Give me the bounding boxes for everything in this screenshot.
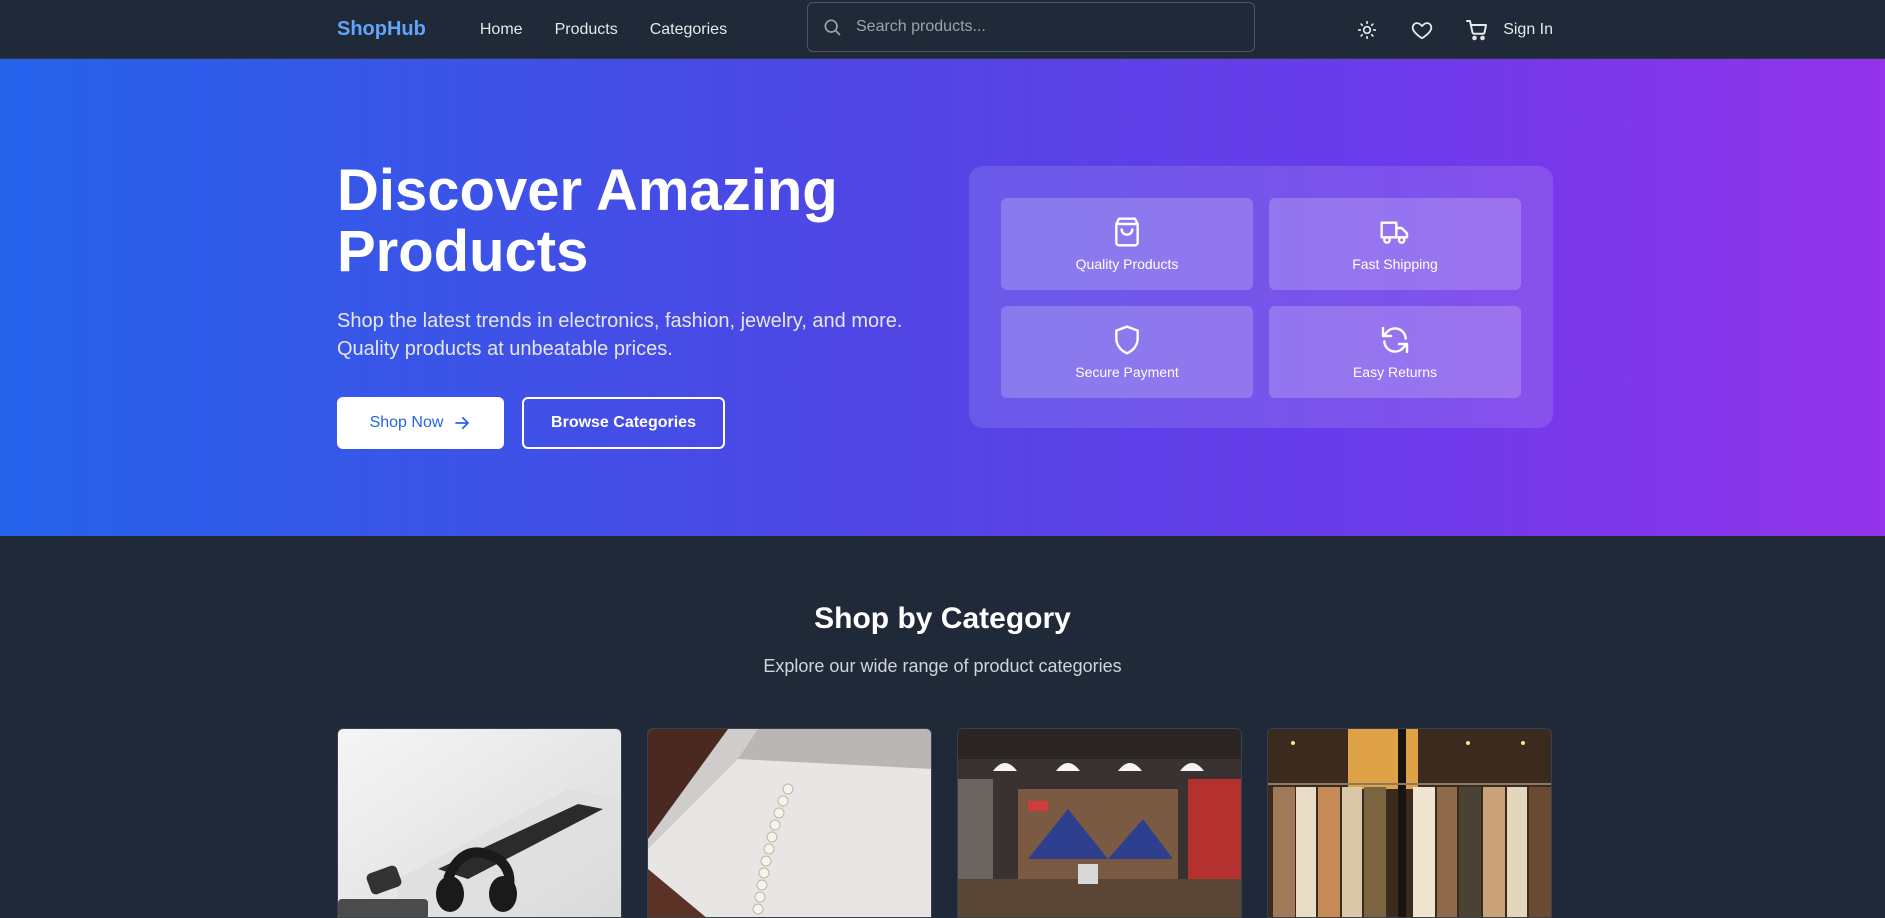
hero-title-line2: Products (337, 219, 589, 284)
categories-subtitle: Explore our wide range of product catego… (763, 656, 1122, 676)
category-grid (337, 728, 1552, 918)
feature-card-payment: Secure Payment (1001, 306, 1253, 398)
hero-subtitle: Shop the latest trends in electronics, f… (337, 307, 907, 363)
womens-clothing-image (1268, 729, 1551, 917)
categories-title: Shop by Category (814, 602, 1071, 635)
category-card-womens-clothing[interactable] (1267, 728, 1552, 918)
hero-subtitle-line2: Quality products at unbeatable prices. (337, 338, 673, 360)
nav-link-categories[interactable]: Categories (650, 21, 727, 39)
browse-categories-button[interactable]: Browse Categories (522, 397, 725, 449)
categories-section: Shop by Category Explore our wide range … (0, 536, 1885, 918)
hero-subtitle-line1: Shop the latest trends in electronics, f… (337, 310, 903, 332)
shopping-bag-icon (1115, 217, 1139, 247)
search-input[interactable] (856, 18, 1216, 36)
navbar-inner: ShopHub Home Products Categories Sign In (337, 0, 1553, 59)
category-card-jewelery[interactable] (647, 728, 932, 918)
sign-in-link[interactable]: Sign In (1503, 21, 1553, 39)
electronics-image (338, 729, 621, 917)
feature-card-quality: Quality Products (1001, 198, 1253, 290)
nav-actions: Sign In (1355, 0, 1553, 59)
wishlist-button[interactable] (1410, 18, 1434, 42)
feature-card-shipping: Fast Shipping (1269, 198, 1521, 290)
category-card-electronics[interactable] (337, 728, 622, 918)
feature-label: Secure Payment (1075, 364, 1179, 380)
navbar: ShopHub Home Products Categories Sign In (0, 0, 1885, 59)
truck-icon (1380, 221, 1409, 244)
feature-label: Fast Shipping (1352, 256, 1438, 272)
cart-button[interactable] (1465, 18, 1489, 42)
cart-icon (1466, 19, 1488, 40)
theme-toggle-button[interactable] (1355, 18, 1379, 42)
hero-title: Discover Amazing Products (337, 160, 897, 282)
feature-panel: Quality Products Fast Shipping Secure Pa… (969, 166, 1553, 428)
shop-now-label: Shop Now (369, 414, 444, 431)
heart-icon (1411, 21, 1433, 39)
hero-buttons: Shop Now Browse Categories (337, 397, 897, 449)
category-card-mens-clothing[interactable] (957, 728, 1242, 918)
search-icon (824, 19, 841, 36)
browse-categories-label: Browse Categories (551, 414, 696, 431)
nav-links: Home Products Categories (480, 21, 727, 39)
sun-icon (1358, 20, 1377, 39)
logo[interactable]: ShopHub (337, 18, 426, 41)
hero-section: Discover Amazing Products Shop the lates… (0, 59, 1885, 536)
refresh-icon (1381, 326, 1409, 354)
feature-label: Quality Products (1075, 256, 1179, 272)
arrow-right-icon (455, 416, 470, 430)
nav-link-home[interactable]: Home (480, 21, 523, 39)
mens-clothing-image (958, 729, 1241, 917)
shield-icon (1115, 325, 1139, 355)
feature-label: Easy Returns (1352, 364, 1438, 380)
jewelery-image (648, 729, 931, 917)
nav-link-products[interactable]: Products (555, 21, 618, 39)
shop-now-button[interactable]: Shop Now (337, 397, 504, 449)
feature-card-returns: Easy Returns (1269, 306, 1521, 398)
hero-content: Discover Amazing Products Shop the lates… (337, 160, 902, 449)
search-box[interactable] (807, 2, 1255, 52)
hero-title-line1: Discover Amazing (337, 158, 838, 223)
